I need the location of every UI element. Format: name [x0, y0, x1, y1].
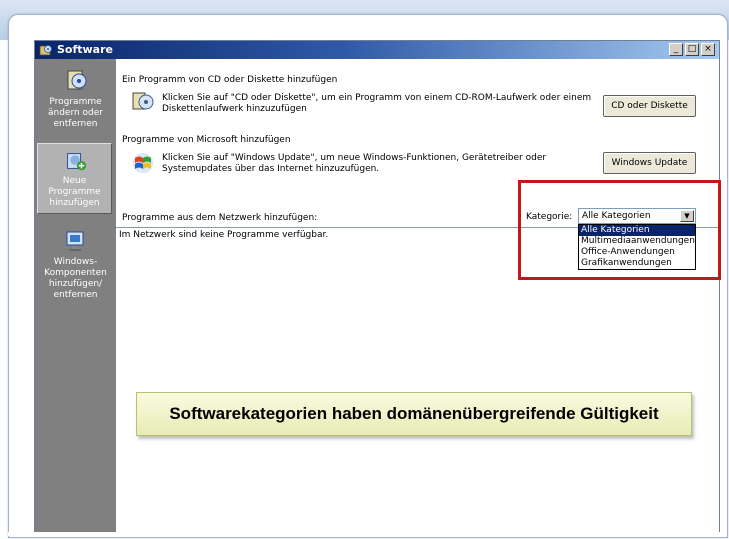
cd-section-description: Klicken Sie auf "CD oder Diskette", um e…: [162, 93, 592, 114]
sidebar-item-add-new[interactable]: Neue Programme hinzufügen: [37, 143, 112, 214]
network-section-heading: Programme aus dem Netzwerk hinzufügen:: [122, 213, 318, 223]
content-pane: Ein Programm von CD oder Diskette hinzuf…: [116, 59, 719, 533]
software-app-icon: [39, 45, 52, 56]
close-button[interactable]: ×: [701, 43, 715, 56]
sidebar-item-change-remove[interactable]: Programme ändern oder entfernen: [35, 67, 116, 130]
windows-update-icon: [133, 153, 153, 173]
cd-section-heading: Ein Programm von CD oder Diskette hinzuf…: [122, 75, 338, 85]
frame-bottom: [8, 532, 726, 536]
title-bar: Software _ □ ×: [35, 41, 719, 59]
minimize-button[interactable]: _: [669, 43, 683, 56]
sidebar-item-label: Windows-Komponenten hinzufügen/ entferne…: [44, 257, 107, 300]
window-title: Software: [57, 43, 113, 56]
sidebar-item-label: Programme ändern oder entfernen: [47, 97, 104, 129]
sidebar-item-windows-components[interactable]: Windows-Komponenten hinzufügen/ entferne…: [35, 227, 116, 301]
sidebar-item-label: Neue Programme hinzufügen: [48, 176, 101, 208]
windows-components-icon: [66, 231, 83, 251]
ms-section-description: Klicken Sie auf "Windows Update", um neu…: [162, 153, 547, 174]
windows-update-button[interactable]: Windows Update: [603, 152, 696, 174]
highlight-frame: [518, 180, 721, 280]
change-remove-programs-icon: [67, 70, 86, 90]
empty-list-message: Im Netzwerk sind keine Programme verfügb…: [119, 230, 329, 240]
sidebar: Programme ändern oder entfernen Neue Pro…: [35, 59, 116, 533]
software-window: Software _ □ × Programme ändern oder ent…: [34, 40, 720, 534]
add-new-programs-icon: [66, 153, 86, 171]
cd-install-icon: [132, 92, 154, 110]
callout-banner: Softwarekategorien haben domänenübergrei…: [136, 392, 692, 436]
cd-or-diskette-button[interactable]: CD oder Diskette: [603, 95, 696, 117]
ms-section-heading: Programme von Microsoft hinzufügen: [122, 135, 291, 145]
maximize-button[interactable]: □: [685, 43, 699, 56]
